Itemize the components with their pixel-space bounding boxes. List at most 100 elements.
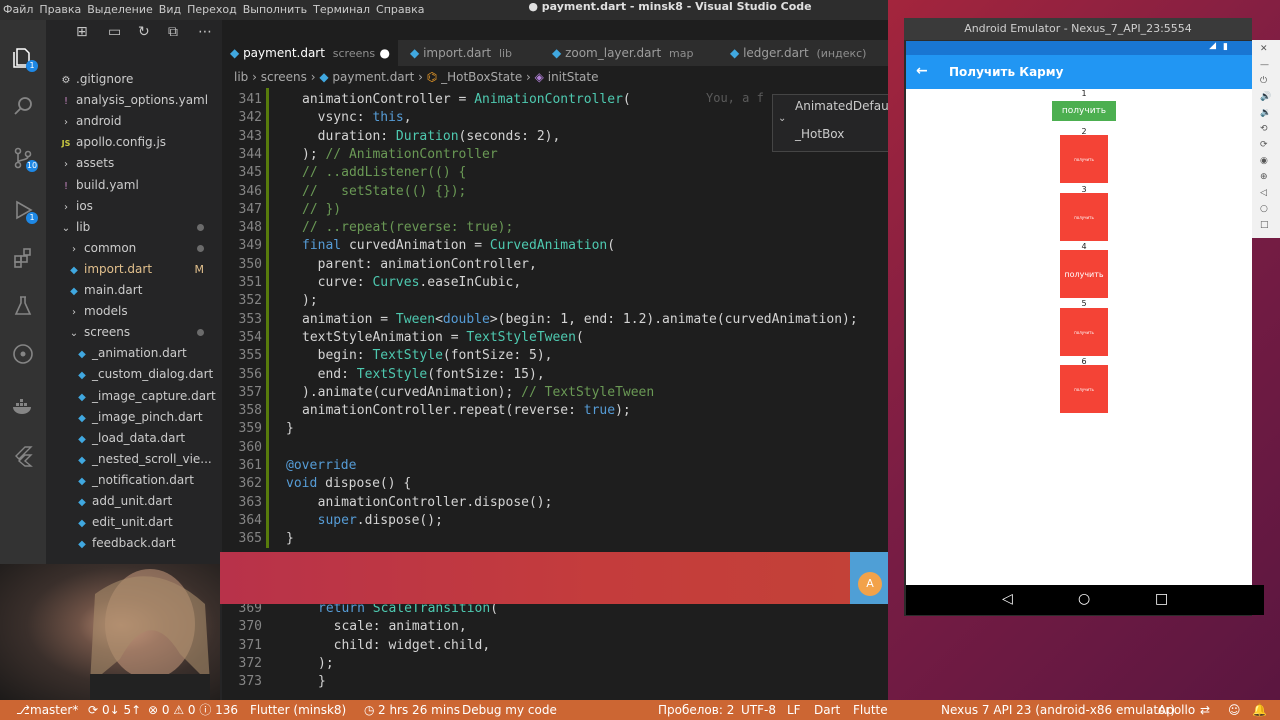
flutter-button[interactable] — [0, 434, 46, 478]
code-line[interactable]: 355 begin: TextStyle(fontSize: 5), — [222, 347, 888, 365]
breadcrumb-file[interactable]: payment.dart — [332, 70, 414, 84]
flutter-version[interactable]: Flutter: 1.17.5 — [853, 700, 888, 720]
nav-home-icon[interactable]: ○ — [1078, 591, 1090, 607]
explorer-button[interactable]: 1 — [0, 36, 46, 80]
overview-icon[interactable]: □ — [1260, 220, 1269, 230]
refresh-icon[interactable]: ↻ — [138, 24, 150, 40]
code-line[interactable]: 360 — [222, 439, 888, 457]
rotate-right-icon[interactable]: ⟳ — [1260, 140, 1268, 150]
tree-item[interactable]: ◆ feedback.dart — [46, 533, 222, 554]
search-button[interactable] — [0, 84, 46, 128]
source-control-button[interactable]: 10 — [0, 136, 46, 180]
tree-item[interactable]: ⌄ lib — [46, 217, 222, 238]
code-line[interactable]: 365} — [222, 530, 888, 548]
volume-up-icon[interactable]: 🔊 — [1260, 92, 1271, 102]
rotate-left-icon[interactable]: ⟲ — [1260, 124, 1268, 134]
code-line[interactable]: 364 super.dispose(); — [222, 512, 888, 530]
get-karma-button[interactable]: получить — [1052, 101, 1116, 121]
code-editor[interactable]: 341 animationController = AnimationContro… — [222, 88, 888, 700]
screenshot-icon[interactable]: ◉ — [1260, 156, 1268, 166]
tab-ledger-dart[interactable]: ◆ ledger.dart (индекс) — [722, 40, 888, 66]
code-line[interactable]: 349 final curvedAnimation = CurvedAnimati… — [222, 237, 888, 255]
tree-item[interactable]: ◆ add_unit.dart — [46, 491, 222, 512]
code-line[interactable]: 353 animation = Tween<double>(begin: 1, e… — [222, 311, 888, 329]
menu-edit[interactable]: Правка — [36, 0, 84, 20]
tree-item[interactable]: › models — [46, 301, 222, 322]
indentation[interactable]: Пробелов: 2 — [658, 700, 734, 720]
tree-item[interactable]: ◆ import.dart M — [46, 259, 222, 280]
feedback-icon[interactable]: ☺ — [1228, 700, 1241, 720]
code-line[interactable]: 345 // ..addListener(() { — [222, 164, 888, 182]
new-file-icon[interactable]: ⊞ — [76, 24, 88, 40]
outline-item[interactable]: _HotBox — [795, 123, 844, 145]
animated-karma-box[interactable]: получить — [1060, 135, 1108, 183]
breadcrumb-screens[interactable]: screens — [261, 70, 307, 84]
nav-back-icon[interactable]: ◁ — [1002, 591, 1013, 607]
code-line[interactable]: 362 void dispose() { — [222, 475, 888, 493]
live-share-icon[interactable]: ⇄ — [1200, 700, 1210, 720]
new-folder-icon[interactable]: ▭ — [108, 24, 121, 40]
tree-item[interactable]: ◆ _nested_scroll_vie... — [46, 449, 222, 470]
volume-down-icon[interactable]: 🔉 — [1260, 108, 1271, 118]
tree-item[interactable]: ◆ _load_data.dart — [46, 428, 222, 449]
extensions-button[interactable] — [0, 236, 46, 280]
git-graph-button[interactable] — [0, 332, 46, 376]
code-line[interactable]: 351 curve: Curves.easeInCubic, — [222, 274, 888, 292]
more-icon[interactable]: ⋯ — [198, 24, 212, 40]
code-line[interactable]: 373} — [222, 673, 888, 691]
account-chip[interactable]: A — [850, 552, 888, 604]
power-icon[interactable]: ⏻ — [1260, 76, 1267, 86]
code-line[interactable]: 357).animate(curvedAnimation); // TextSt… — [222, 384, 888, 402]
tree-item[interactable]: ◆ _custom_dialog.dart — [46, 364, 222, 385]
tree-item[interactable]: › common — [46, 238, 222, 259]
nav-recents-icon[interactable]: □ — [1155, 591, 1168, 607]
menu-view[interactable]: Вид — [156, 0, 184, 20]
code-line[interactable]: 359} — [222, 420, 888, 438]
tree-item[interactable]: › assets — [46, 153, 222, 174]
menu-terminal[interactable]: Терминал — [310, 0, 373, 20]
tree-item[interactable]: › ios — [46, 196, 222, 217]
tree-item[interactable]: JS apollo.config.js — [46, 132, 222, 153]
animated-karma-box[interactable]: получить — [1060, 250, 1108, 298]
code-line[interactable]: 363 animationController.dispose(); — [222, 494, 888, 512]
outline-item[interactable]: AnimatedDefau — [795, 95, 888, 117]
code-line[interactable]: 352); — [222, 292, 888, 310]
code-line[interactable]: 354 textStyleAnimation = TextStyleTween( — [222, 329, 888, 347]
collapse-icon[interactable]: ⧉ — [168, 24, 178, 40]
home-icon[interactable]: ○ — [1260, 204, 1268, 214]
code-line[interactable]: 350 parent: animationController, — [222, 256, 888, 274]
tab-import-dart[interactable]: ◆ import.dart lib — [402, 40, 550, 66]
run-debug-button[interactable]: 1 — [0, 188, 46, 232]
git-branch[interactable]: master* — [30, 700, 78, 720]
minimize-icon[interactable]: — — [1260, 60, 1269, 70]
notifications-icon[interactable]: 🔔 — [1252, 700, 1267, 720]
tree-item[interactable]: ⌄ screens — [46, 322, 222, 343]
breadcrumb-class[interactable]: _HotBoxState — [441, 70, 522, 84]
code-line[interactable]: 356 end: TextStyle(fontSize: 15), — [222, 366, 888, 384]
code-line[interactable]: 346 // setState(() {}); — [222, 183, 888, 201]
flutter-indicator[interactable]: Flutter (minsk8) — [250, 700, 346, 720]
problems-indicator[interactable]: ⊗ 0 ⚠ 0 ⓘ 136 — [148, 700, 238, 720]
docker-button[interactable] — [0, 384, 46, 428]
menu-selection[interactable]: Выделение — [84, 0, 156, 20]
menu-file[interactable]: Файл — [0, 0, 36, 20]
tab-zoom-layer-dart[interactable]: ◆ zoom_layer.dart map — [544, 40, 728, 66]
menu-go[interactable]: Переход — [184, 0, 240, 20]
tree-item[interactable]: ! analysis_options.yaml — [46, 90, 222, 111]
tree-item[interactable]: ◆ edit_unit.dart — [46, 512, 222, 533]
animated-karma-box[interactable]: получить — [1060, 365, 1108, 413]
breadcrumb-method[interactable]: initState — [548, 70, 599, 84]
code-line[interactable]: 371 child: widget.child, — [222, 637, 888, 655]
tab-payment-dart[interactable]: ◆ payment.dart screens ● — [222, 40, 398, 66]
outline-popup[interactable]: ⌄ AnimatedDefau _HotBox — [772, 94, 888, 152]
menu-run[interactable]: Выполнить — [240, 0, 310, 20]
device-selector[interactable]: Nexus 7 API 23 (android-x86 emulator) — [941, 700, 1175, 720]
code-line[interactable]: 358 animationController.repeat(reverse: t… — [222, 402, 888, 420]
code-line[interactable]: 372); — [222, 655, 888, 673]
menu-help[interactable]: Справка — [373, 0, 427, 20]
back-icon[interactable]: ◁ — [1260, 188, 1267, 198]
tree-item[interactable]: ◆ _image_pinch.dart — [46, 407, 222, 428]
zoom-icon[interactable]: ⊕ — [1260, 172, 1268, 182]
apollo-status[interactable]: Apollo — [1158, 700, 1195, 720]
tree-item[interactable]: ! build.yaml — [46, 175, 222, 196]
